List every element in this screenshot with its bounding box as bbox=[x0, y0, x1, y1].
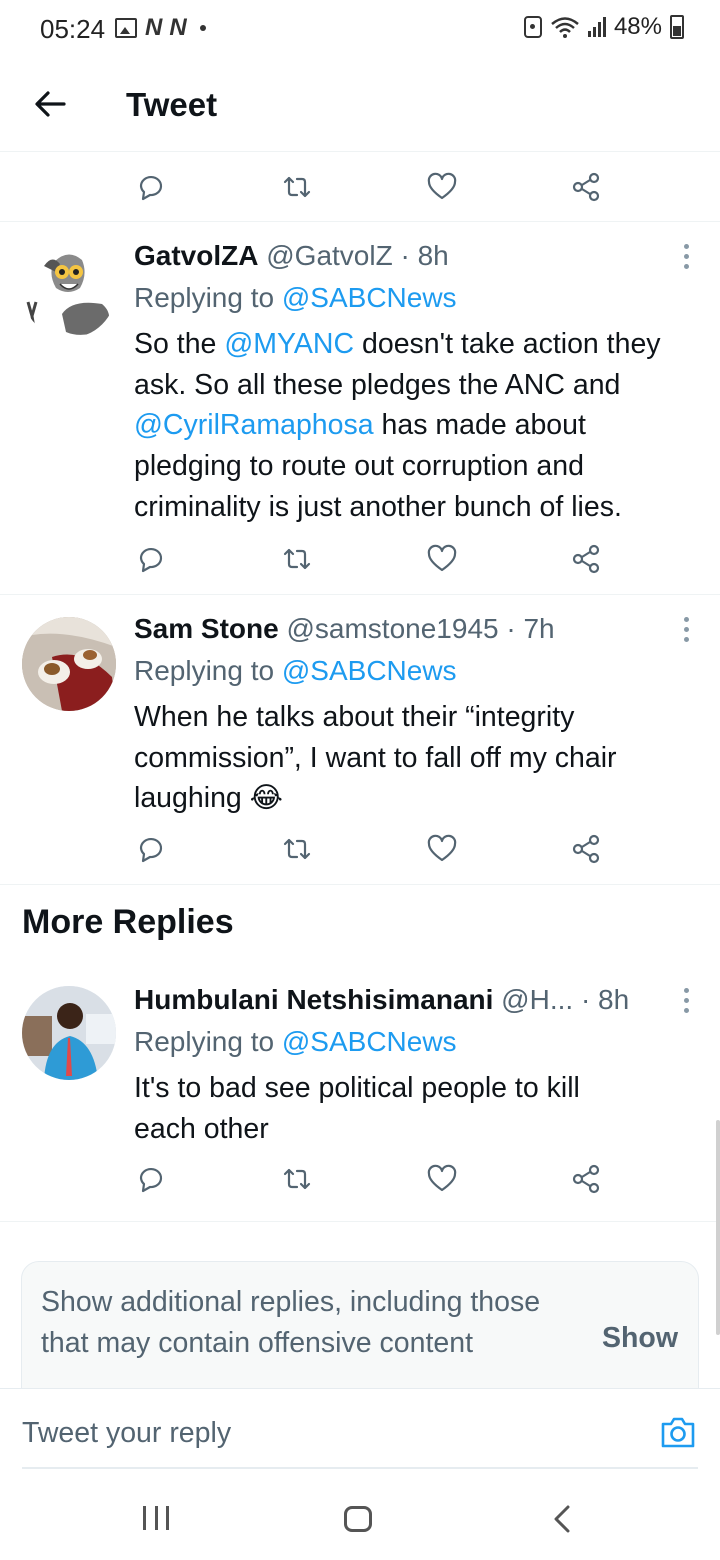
reply-input[interactable]: Tweet your reply bbox=[22, 1417, 231, 1450]
mention-link[interactable]: @MYANC bbox=[224, 328, 354, 360]
tweet-header: Sam Stone @samstone1945 · 7h bbox=[134, 613, 680, 645]
news-app-icon: N bbox=[145, 14, 162, 41]
status-bar: 05:24 N N 48% bbox=[0, 0, 720, 56]
replying-to-handle[interactable]: @SABCNews bbox=[282, 1026, 457, 1057]
heart-icon[interactable] bbox=[427, 834, 457, 864]
heart-icon[interactable] bbox=[427, 1164, 457, 1194]
reply-icon[interactable] bbox=[136, 172, 166, 202]
notification-icons: N N bbox=[115, 14, 206, 41]
system-navigation-bar bbox=[0, 1470, 720, 1560]
more-options-icon[interactable] bbox=[682, 617, 692, 647]
share-icon[interactable] bbox=[572, 544, 602, 574]
tweet-text: When he talks about their “integrity com… bbox=[134, 697, 692, 819]
back-arrow-icon[interactable] bbox=[32, 86, 68, 122]
battery-percent: 48% bbox=[613, 13, 662, 40]
wifi-icon bbox=[551, 17, 579, 38]
replying-to-label: Replying to bbox=[134, 282, 282, 313]
reply-tweet[interactable]: GatvolZA @GatvolZ · 8h Replying to @SABC… bbox=[0, 222, 720, 594]
replying-to: Replying to @SABCNews bbox=[134, 655, 457, 687]
additional-replies-notice: Show additional replies, including those… bbox=[41, 1286, 541, 1359]
retweet-icon[interactable] bbox=[282, 834, 312, 864]
avatar[interactable] bbox=[22, 617, 116, 711]
recent-apps-icon[interactable] bbox=[143, 1506, 169, 1530]
composer-underline bbox=[22, 1467, 698, 1469]
show-button[interactable]: Show bbox=[602, 1322, 678, 1355]
replying-to: Replying to @SABCNews bbox=[134, 282, 457, 314]
share-icon[interactable] bbox=[572, 834, 602, 864]
reply-icon[interactable] bbox=[136, 1164, 166, 1194]
divider bbox=[0, 1221, 720, 1222]
heart-icon[interactable] bbox=[427, 544, 457, 574]
status-time: 05:24 bbox=[40, 14, 106, 44]
replying-to-handle[interactable]: @SABCNews bbox=[282, 282, 457, 313]
signal-icon bbox=[587, 17, 606, 37]
back-icon[interactable] bbox=[552, 1504, 572, 1534]
text-segment: When he talks about their “integrity com… bbox=[134, 701, 617, 815]
tweet-actions bbox=[0, 832, 720, 872]
text-segment: So the bbox=[134, 328, 225, 360]
tweet-actions bbox=[0, 170, 720, 210]
lock-icon bbox=[523, 16, 542, 38]
display-name[interactable]: Sam Stone bbox=[134, 613, 279, 644]
camera-icon[interactable] bbox=[660, 1415, 696, 1449]
share-icon[interactable] bbox=[572, 172, 602, 202]
avatar[interactable] bbox=[22, 244, 116, 338]
replying-to-handle[interactable]: @SABCNews bbox=[282, 655, 457, 686]
display-name[interactable]: GatvolZA bbox=[134, 240, 258, 271]
tweet-header: GatvolZA @GatvolZ · 8h bbox=[134, 240, 680, 272]
reply-composer: Tweet your reply bbox=[0, 1388, 720, 1469]
reply-icon[interactable] bbox=[136, 544, 166, 574]
tweet-header: Humbulani Netshisimanani @H... · 8h bbox=[134, 984, 680, 1016]
tweet-text: It's to bad see political people to kill… bbox=[134, 1068, 640, 1149]
handle-and-time: @GatvolZ · 8h bbox=[258, 240, 449, 271]
replying-to: Replying to @SABCNews bbox=[134, 1026, 457, 1058]
section-heading: More Replies bbox=[22, 903, 234, 941]
retweet-icon[interactable] bbox=[282, 172, 312, 202]
home-icon[interactable] bbox=[344, 1506, 372, 1532]
mention-link[interactable]: @CyrilRamaphosa bbox=[134, 409, 374, 441]
more-notifications-dot-icon bbox=[199, 25, 206, 31]
reply-icon[interactable] bbox=[136, 834, 166, 864]
scrollbar[interactable] bbox=[716, 1120, 720, 1335]
retweet-icon[interactable] bbox=[282, 1164, 312, 1194]
more-options-icon[interactable] bbox=[682, 988, 692, 1018]
gallery-icon bbox=[115, 18, 137, 38]
handle-and-time: @samstone1945 · 7h bbox=[278, 613, 555, 644]
system-status: 48% bbox=[523, 12, 684, 42]
display-name[interactable]: Humbulani Netshisimanani bbox=[134, 984, 493, 1015]
tweet-actions bbox=[0, 542, 720, 582]
retweet-icon[interactable] bbox=[282, 544, 312, 574]
tweet-actions bbox=[0, 1162, 720, 1202]
handle-and-time: @H... · 8h bbox=[493, 984, 630, 1015]
divider bbox=[0, 884, 720, 885]
more-options-icon[interactable] bbox=[682, 244, 692, 274]
tweet-text: So the @MYANC doesn't take action they a… bbox=[134, 324, 692, 528]
replying-to-label: Replying to bbox=[134, 1026, 282, 1057]
battery-icon bbox=[670, 15, 684, 39]
top-app-bar: Tweet bbox=[0, 60, 720, 152]
replying-to-label: Replying to bbox=[134, 655, 282, 686]
page-title: Tweet bbox=[126, 86, 218, 123]
avatar[interactable] bbox=[22, 986, 116, 1080]
news-app-icon: N bbox=[169, 14, 186, 41]
share-icon[interactable] bbox=[572, 1164, 602, 1194]
heart-icon[interactable] bbox=[427, 172, 457, 202]
text-segment: It's to bad see political people to kill… bbox=[134, 1072, 580, 1145]
